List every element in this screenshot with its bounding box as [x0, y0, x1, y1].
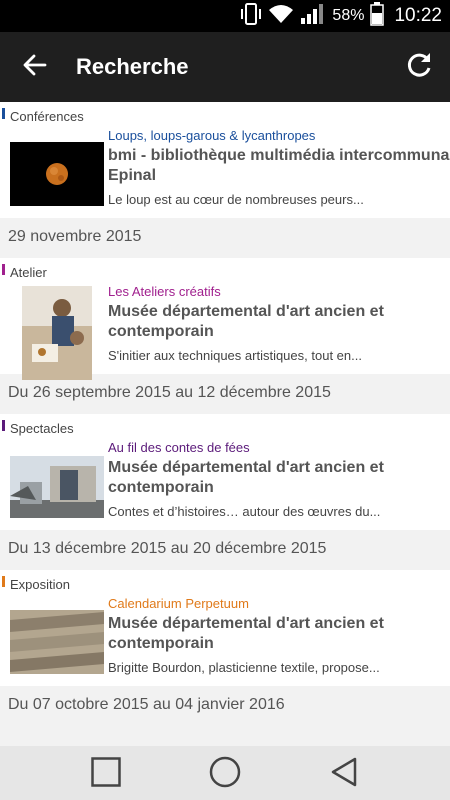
list-item[interactable]: Exposition Calendarium Perpetuum Musée d… [0, 570, 450, 726]
wifi-icon [268, 3, 294, 30]
recents-square-icon [91, 756, 121, 792]
venue-name-line2: contemporain [108, 635, 214, 652]
event-date: Du 13 décembre 2015 au 20 décembre 2015 [8, 540, 327, 557]
list-item[interactable]: Atelier Les Ateliers créatifs Musée dépa… [0, 258, 450, 414]
app-bar: Recherche [0, 32, 450, 102]
event-list[interactable]: Conférences Loups, loups-garous & lycant… [0, 102, 450, 746]
list-item[interactable]: Spectacles Au fil des contes de fées Mus… [0, 414, 450, 570]
back-button[interactable] [18, 50, 52, 84]
category-marker [2, 108, 5, 119]
event-thumbnail [10, 456, 104, 518]
venue-name-line2: Epinal [108, 167, 157, 184]
category-label: Spectacles [10, 421, 74, 436]
event-date: 29 novembre 2015 [8, 228, 142, 245]
refresh-button[interactable] [402, 50, 436, 84]
category-label: Conférences [10, 109, 84, 124]
event-title: Au fil des contes de fées [108, 440, 250, 455]
category-marker [2, 264, 5, 275]
category-label: Exposition [10, 577, 70, 592]
venue-name-line2: contemporain [108, 479, 214, 496]
venue-name: Musée départemental d'art ancien et [108, 303, 384, 320]
clock: 10:22 [394, 5, 442, 26]
battery-percent: 58% [332, 7, 365, 24]
venue-name: Musée départemental d'art ancien et [108, 459, 384, 476]
event-description: Contes et d’histoires… autour des œuvres… [108, 504, 381, 519]
event-description: Brigitte Bourdon, plasticienne textile, … [108, 660, 380, 675]
home-circle-icon [209, 756, 241, 793]
recents-button[interactable] [88, 756, 124, 792]
nav-back-button[interactable] [326, 756, 362, 792]
event-description: Le loup est au cœur de nombreuses peurs.… [108, 192, 364, 207]
vibrate-icon [240, 2, 262, 31]
list-item[interactable]: Conférences Loups, loups-garous & lycant… [0, 102, 450, 258]
event-date: Du 07 octobre 2015 au 04 janvier 2016 [8, 696, 285, 713]
event-description: S'initier aux techniques artistiques, to… [108, 348, 362, 363]
signal-icon [300, 2, 326, 31]
event-thumbnail [10, 610, 104, 674]
system-nav-bar [0, 746, 450, 800]
event-thumbnail [22, 286, 92, 380]
event-title: Calendarium Perpetuum [108, 596, 249, 611]
refresh-icon [404, 50, 434, 85]
home-button[interactable] [207, 756, 243, 792]
status-bar: 58% 10:22 [0, 0, 450, 32]
venue-name-line2: contemporain [108, 323, 214, 340]
event-title: Loups, loups-garous & lycanthropes [108, 128, 316, 143]
page-title: Recherche [76, 54, 189, 79]
arrow-left-icon [22, 52, 48, 83]
status-icons: 58% 10:22 [240, 0, 442, 32]
venue-name: bmi - bibliothèque multimédia intercommu… [108, 147, 450, 164]
event-thumbnail [10, 142, 104, 206]
category-label: Atelier [10, 265, 47, 280]
category-marker [2, 576, 5, 587]
venue-name: Musée départemental d'art ancien et [108, 615, 384, 632]
event-date: Du 26 septembre 2015 au 12 décembre 2015 [8, 384, 331, 401]
battery-icon [370, 1, 385, 31]
back-triangle-icon [329, 757, 359, 792]
event-title: Les Ateliers créatifs [108, 284, 221, 299]
category-marker [2, 420, 5, 431]
